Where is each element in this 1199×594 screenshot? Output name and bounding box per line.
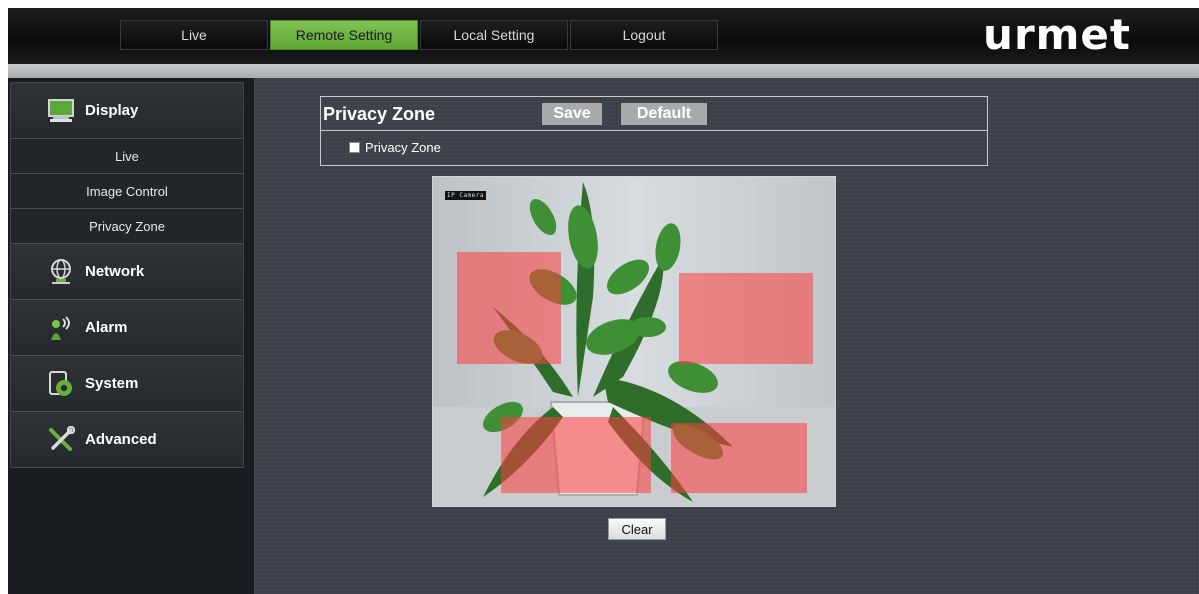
panel-header: Privacy Zone Save Default xyxy=(321,97,987,131)
sidebar-item-label: Network xyxy=(85,263,145,280)
clear-button[interactable]: Clear xyxy=(608,518,666,540)
tab-logout[interactable]: Logout xyxy=(570,20,718,50)
wrench-screwdriver-icon xyxy=(47,425,75,454)
monitor-icon xyxy=(47,97,75,125)
sidebar-item-label: System xyxy=(85,375,139,392)
sidebar-item-label: Display xyxy=(85,102,139,119)
sidebar-item-advanced[interactable]: Advanced xyxy=(11,412,243,468)
tab-local-setting[interactable]: Local Setting xyxy=(420,20,568,50)
sidebar-subitem-privacy-zone[interactable]: Privacy Zone xyxy=(11,209,243,244)
camera-osd-label: IP Camera xyxy=(445,191,487,200)
privacy-zone-panel: Privacy Zone Save Default Privacy Zone xyxy=(320,96,988,166)
sidebar-item-label: Advanced xyxy=(85,431,157,448)
sidebar-subitem-image-control[interactable]: Image Control xyxy=(11,174,243,209)
sidebar-item-system[interactable]: System xyxy=(11,356,243,412)
sidebar-item-display[interactable]: Display xyxy=(11,83,243,139)
save-button[interactable]: Save xyxy=(542,103,602,125)
sidebar: Display Live Image Control Privacy Zone … xyxy=(8,78,254,594)
app-window: Live Remote Setting Local Setting Logout… xyxy=(8,8,1199,594)
sidebar-menu: Display Live Image Control Privacy Zone … xyxy=(10,82,244,468)
network-globe-icon xyxy=(47,258,75,286)
privacy-zone-checkbox-label[interactable]: Privacy Zone xyxy=(365,140,441,155)
tab-remote-setting[interactable]: Remote Setting xyxy=(270,20,418,50)
camera-preview[interactable]: IP Camera xyxy=(432,176,836,507)
header-divider-stripe xyxy=(8,64,1199,78)
privacy-zone-toggle-row: Privacy Zone xyxy=(349,140,441,155)
page-title: Privacy Zone xyxy=(323,104,436,124)
brand-logo: urmet xyxy=(983,10,1131,59)
sidebar-item-alarm[interactable]: Alarm xyxy=(11,300,243,356)
main-tabs: Live Remote Setting Local Setting Logout xyxy=(120,20,720,52)
sidebar-item-label: Alarm xyxy=(85,319,128,336)
sidebar-item-network[interactable]: Network xyxy=(11,244,243,300)
sidebar-subitem-live[interactable]: Live xyxy=(11,139,243,174)
default-button[interactable]: Default xyxy=(621,103,707,125)
camera-image xyxy=(433,177,835,506)
alarm-icon xyxy=(47,314,75,342)
privacy-zone-checkbox[interactable] xyxy=(349,142,360,153)
main-content: Privacy Zone Save Default Privacy Zone I… xyxy=(254,78,1199,594)
tab-live[interactable]: Live xyxy=(120,20,268,50)
system-gear-icon xyxy=(47,370,75,398)
top-navigation-bar: Live Remote Setting Local Setting Logout… xyxy=(8,8,1199,64)
